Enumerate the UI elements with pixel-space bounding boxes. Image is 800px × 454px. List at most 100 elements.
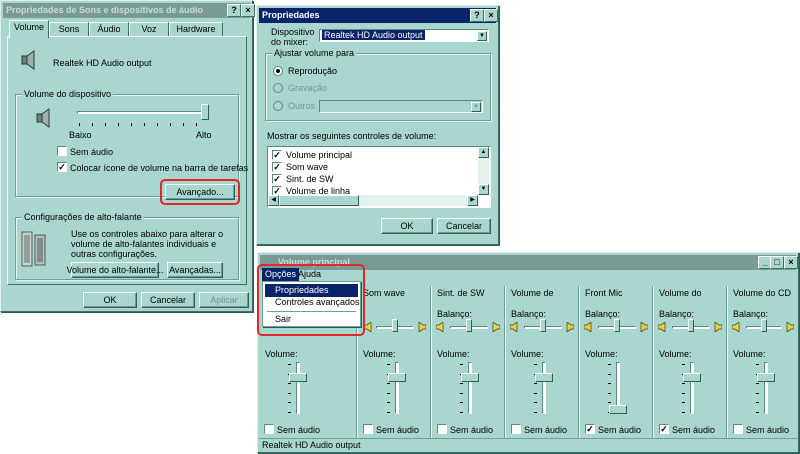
speaker-volume-button[interactable]: Volume do alto-falante... [66, 262, 164, 278]
tab-sounds[interactable]: Sons [49, 22, 89, 37]
balance-label: Balanço: [437, 309, 473, 319]
props-ok-button[interactable]: OK [381, 218, 433, 234]
balance-thumb[interactable] [392, 319, 398, 332]
scroll-right-icon[interactable]: ▶ [467, 195, 478, 206]
list-item[interactable]: ✓ Som wave [272, 161, 328, 173]
others-chevron-icon[interactable]: ▼ [471, 102, 481, 112]
tab-audio[interactable]: Áudio [89, 22, 129, 37]
tray-icon-checkbox[interactable]: ✓ [57, 162, 67, 172]
mixer-label-1: Dispositivo [271, 27, 315, 37]
list-item[interactable]: ✓ Volume principal [272, 149, 352, 161]
speaker-settings-label: Configurações de alto-falante [22, 212, 144, 222]
volume-thumb[interactable] [609, 405, 627, 414]
volume-track[interactable] [296, 362, 300, 414]
tab-voice[interactable]: Voz [129, 22, 169, 37]
show-controls-label: Mostrar os seguintes controles de volume… [267, 131, 437, 141]
help-button[interactable]: ? [227, 4, 241, 17]
device-volume-track[interactable] [77, 111, 207, 114]
tab-volume[interactable]: Volume [9, 20, 49, 38]
list-item[interactable]: ✓ Sint. de SW [272, 173, 334, 185]
mute-checkbox[interactable] [437, 424, 447, 434]
volume-tick [460, 402, 463, 404]
scroll-down-icon[interactable]: ▼ [478, 184, 489, 195]
balance-thumb[interactable] [540, 319, 546, 332]
volume-tick [534, 364, 537, 365]
balance-thumb[interactable] [466, 319, 472, 332]
radio-others[interactable] [273, 101, 283, 111]
close-icon[interactable]: × [241, 4, 255, 17]
apply-button[interactable]: Aplicar [199, 292, 249, 308]
volume-thumb[interactable] [461, 372, 479, 382]
chevron-down-icon[interactable]: ▼ [477, 31, 487, 41]
mute-checkbox[interactable] [363, 424, 373, 434]
volume-thumb[interactable] [289, 372, 307, 382]
speaker-right-icon [418, 321, 427, 334]
scroll-up-icon[interactable]: ▲ [478, 147, 489, 158]
volume-track[interactable] [690, 362, 694, 414]
balance-thumb[interactable] [688, 319, 694, 332]
device-volume-thumb[interactable] [201, 104, 209, 120]
volume-tick [682, 402, 685, 404]
list-checkbox[interactable]: ✓ [272, 149, 282, 160]
volume-thumb[interactable] [757, 372, 775, 382]
radio-record[interactable] [273, 83, 283, 93]
mixer-close-icon[interactable]: × [784, 256, 798, 269]
list-vscrollbar[interactable]: ▲ ▼ [478, 147, 489, 195]
volume-tick [534, 402, 537, 404]
mute-checkbox[interactable] [733, 424, 743, 434]
props-cancel-button[interactable]: Cancelar [437, 218, 491, 234]
volume-label: Volume: [265, 349, 298, 359]
volume-tick [756, 402, 759, 404]
advanced-speaker-button[interactable]: Avançadas... [167, 262, 223, 278]
list-checkbox[interactable]: ✓ [272, 173, 282, 184]
mute-checkbox[interactable] [264, 424, 274, 434]
controls-list[interactable]: ✓ Volume principal ✓ Som wave ✓ Sint. de SW… [267, 146, 491, 208]
others-select[interactable]: ▼ [319, 100, 483, 113]
column-separator [504, 286, 506, 438]
sound-dialog-titlebar[interactable]: Propriedades de Sons e dispositivos de á… [3, 3, 250, 18]
volume-tick [534, 412, 537, 413]
column-separator [652, 286, 654, 438]
mute-checkbox[interactable] [511, 424, 521, 434]
props-help-button[interactable]: ? [470, 9, 484, 22]
volume-label: Volume: [363, 349, 396, 359]
speaker-right-icon [566, 321, 575, 334]
speaker-left-icon [583, 321, 592, 334]
list-item-label: Volume principal [286, 150, 353, 160]
mute-checkbox[interactable]: ✓ [585, 424, 595, 434]
properties-titlebar[interactable]: Propriedades [259, 8, 496, 23]
mixer-device-select[interactable]: Realtek HD Audio output ▼ [319, 29, 489, 42]
mute-label: Sem áudio [672, 425, 716, 435]
scroll-left-icon[interactable]: ◀ [268, 195, 279, 206]
volume-track[interactable] [764, 362, 768, 414]
volume-track[interactable] [468, 362, 472, 414]
speakers-icon [21, 229, 47, 269]
props-close-icon[interactable]: × [484, 9, 498, 22]
volume-tick [682, 383, 685, 385]
device-name: Realtek HD Audio output [53, 58, 152, 68]
volume-thumb[interactable] [535, 372, 553, 382]
column-header: Front Mic [585, 288, 623, 298]
list-checkbox[interactable]: ✓ [272, 161, 282, 172]
mute-checkbox[interactable] [57, 146, 67, 156]
column-header: Volume de [511, 288, 554, 298]
volume-thumb[interactable] [388, 372, 406, 382]
volume-tick [682, 412, 685, 413]
speaker-left-icon [731, 321, 740, 334]
column-header: Volume do [659, 288, 702, 298]
volume-track[interactable] [542, 362, 546, 414]
mute-checkbox[interactable]: ✓ [659, 424, 669, 434]
volume-tick [460, 383, 463, 385]
scroll-thumb[interactable] [279, 195, 359, 206]
volume-tick [608, 392, 611, 394]
balance-thumb[interactable] [614, 319, 620, 332]
volume-thumb[interactable] [683, 372, 701, 382]
list-hscrollbar[interactable]: ◀ ▶ [268, 195, 478, 206]
balance-thumb[interactable] [761, 319, 767, 332]
radio-playback[interactable] [273, 66, 283, 76]
volume-track[interactable] [395, 362, 399, 414]
maximize-icon[interactable]: □ [770, 256, 784, 269]
tab-hardware[interactable]: Hardware [169, 22, 223, 37]
cancel-button[interactable]: Cancelar [141, 292, 195, 308]
ok-button[interactable]: OK [83, 292, 137, 308]
